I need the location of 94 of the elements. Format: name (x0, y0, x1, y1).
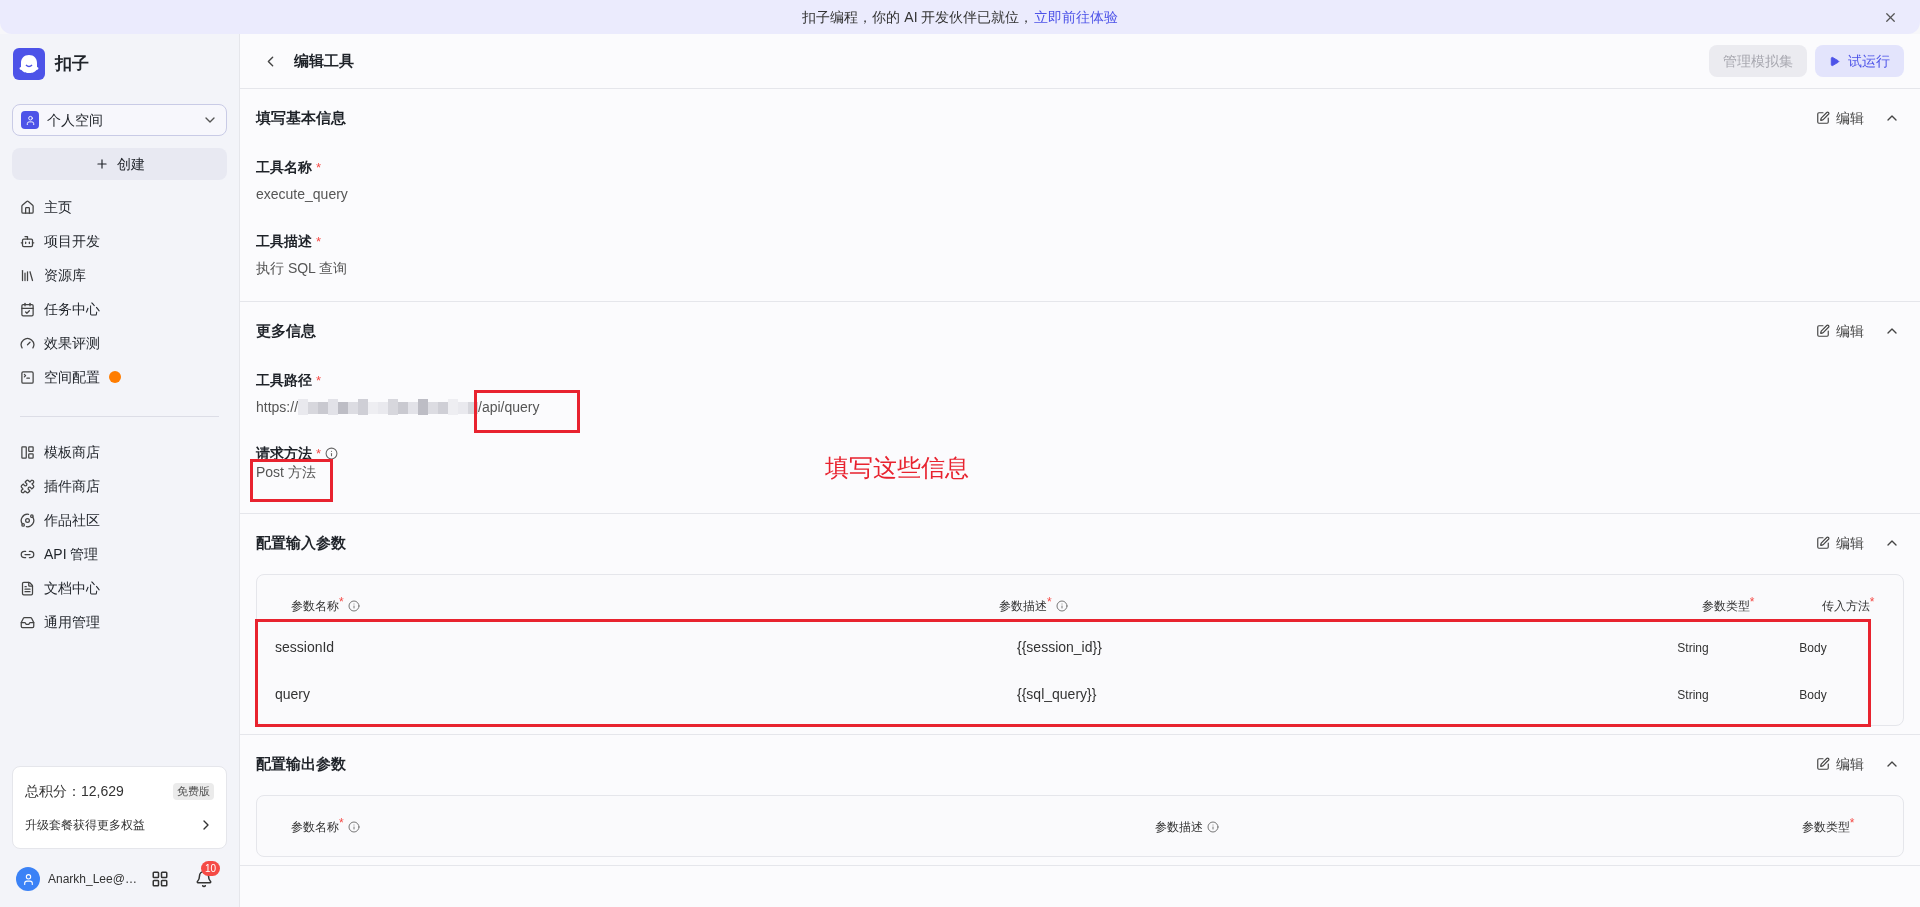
play-icon (1829, 55, 1840, 67)
table-cell-text: Body (1799, 639, 1827, 657)
column-header: 传入方法 (1821, 599, 1870, 615)
gauge-icon (20, 335, 35, 351)
avatar (16, 867, 40, 891)
user-name: Anarkh_Lee@… (48, 871, 138, 888)
nav-item[interactable]: 项目开发 (12, 224, 227, 258)
space-selector[interactable]: 个人空间 (12, 104, 227, 136)
field-label: 工具路径 (256, 371, 312, 390)
edit-button[interactable]: 编辑 (1816, 753, 1864, 775)
terminal-icon (20, 369, 35, 385)
table-cell-text: String (1677, 639, 1709, 657)
plus-icon (94, 157, 109, 171)
column-header: 参数描述 (1155, 819, 1203, 836)
grid-icon[interactable] (151, 870, 169, 888)
user-icon (21, 111, 39, 129)
plan-badge: 免费版 (173, 783, 214, 800)
table-cell-text: {{session_id}} (1017, 638, 1102, 657)
edit-button[interactable]: 编辑 (1816, 532, 1864, 554)
edit-icon (1816, 324, 1830, 338)
section-title: 填写基本信息 (256, 107, 347, 128)
info-icon[interactable] (347, 600, 360, 612)
column-header: 参数描述 (999, 598, 1047, 615)
required-mark: * (1749, 594, 1755, 609)
field-label: 请求方法 (256, 444, 312, 463)
url-path: /api/query (478, 397, 540, 417)
layout-icon (20, 444, 35, 460)
required-mark: * (316, 158, 322, 177)
required-mark: * (339, 594, 344, 611)
edit-icon (1816, 536, 1830, 550)
column-header: 参数类型 (1701, 599, 1750, 615)
edit-icon (1816, 757, 1830, 771)
banner-link[interactable]: 立即前往体验 (1033, 6, 1118, 28)
required-mark: * (316, 371, 322, 390)
annotation-text: 填写这些信息 (825, 453, 969, 483)
column-header: 参数名称 (291, 819, 339, 836)
nav-item[interactable]: 主页 (12, 190, 227, 224)
info-icon[interactable] (1207, 821, 1219, 833)
table-cell-text: String (1677, 686, 1709, 704)
column-header: 参数名称 (291, 598, 339, 615)
nav-item[interactable]: 文档中心 (20, 571, 219, 605)
nav-item[interactable]: 任务中心 (12, 292, 227, 326)
column-header: 参数类型 (1801, 820, 1850, 836)
field-label: 工具名称 (256, 158, 312, 177)
required-mark: * (1047, 594, 1052, 611)
nav-item[interactable]: 资源库 (12, 258, 227, 292)
nav-item[interactable]: 作品社区 (20, 503, 219, 537)
edit-button[interactable]: 编辑 (1816, 320, 1864, 342)
table-cell-text: Body (1799, 686, 1827, 704)
puzzle-icon (20, 478, 35, 494)
run-button[interactable]: 试运行 (1815, 45, 1904, 77)
nav-item[interactable]: 通用管理 (20, 605, 219, 639)
section-title: 配置输入参数 (256, 532, 347, 553)
banner-text: 扣子编程，你的 AI 开发伙伴已就位， (802, 7, 1034, 27)
ghost-logo-icon (13, 48, 45, 80)
points-total: 总积分：12,629 (25, 782, 124, 801)
required-mark: * (1869, 594, 1875, 609)
info-icon[interactable] (1055, 600, 1068, 612)
edit-icon (1816, 111, 1830, 125)
field-label: 工具描述 (256, 232, 312, 251)
field-value: execute_query (256, 185, 348, 204)
required-mark: * (316, 444, 322, 463)
nav-item[interactable]: 插件商店 (20, 469, 219, 503)
section-title: 配置输出参数 (256, 753, 347, 774)
library-icon (20, 267, 35, 283)
info-icon[interactable] (325, 447, 339, 460)
required-mark: * (339, 815, 344, 832)
table-cell-text: query (275, 685, 311, 704)
table-cell-text: {{sql_query}} (1017, 685, 1097, 704)
inbox-icon (20, 614, 35, 630)
field-value: Post 方法 (256, 463, 316, 482)
nav-item[interactable]: 模板商店 (20, 435, 219, 469)
nav-item[interactable]: 效果评测 (12, 326, 227, 360)
nav-item[interactable]: API 管理 (20, 537, 219, 571)
nav-item[interactable]: 空间配置 (12, 360, 227, 394)
field-value: 执行 SQL 查询 (256, 259, 348, 278)
table-cell-text: sessionId (275, 638, 335, 657)
bell-icon[interactable] (195, 870, 213, 888)
required-mark: * (316, 232, 322, 251)
calendar-check-icon (20, 301, 35, 317)
create-button[interactable]: 创建 (12, 148, 227, 180)
home-icon (20, 199, 35, 215)
url-scheme: https:// (256, 397, 299, 417)
document-icon (20, 580, 35, 596)
upgrade-link[interactable]: 升级套餐获得更多权益 (25, 816, 214, 834)
edit-button[interactable]: 编辑 (1816, 107, 1864, 129)
orbit-icon (20, 512, 35, 528)
info-icon[interactable] (347, 821, 360, 833)
section-title: 更多信息 (256, 320, 317, 341)
required-mark: * (1849, 815, 1855, 830)
robot-icon (20, 233, 35, 249)
notification-badge: 10 (201, 861, 221, 876)
page-title: 编辑工具 (294, 50, 355, 71)
brand-name: 扣子 (55, 53, 89, 76)
